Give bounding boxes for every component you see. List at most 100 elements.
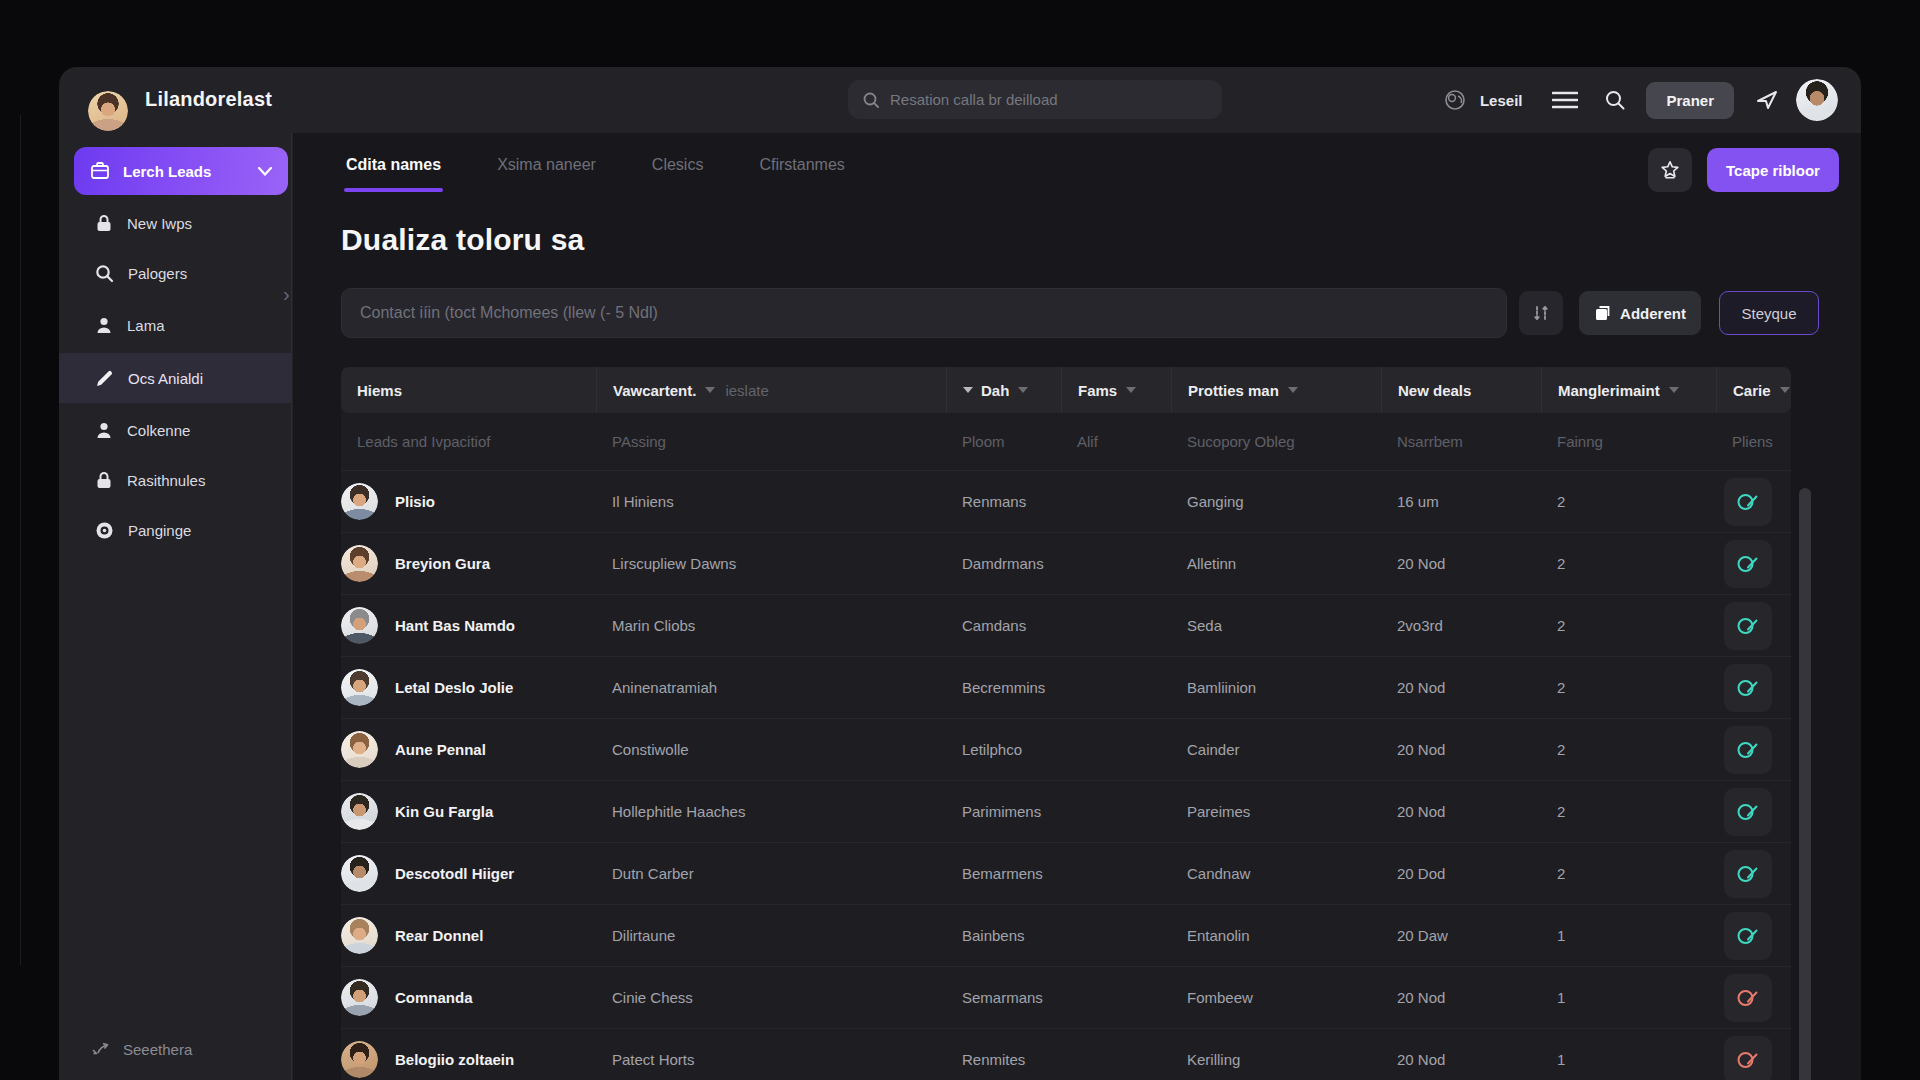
sidebar-item-panginge[interactable]: Panginge [59,505,292,555]
sidebar-item-ocs-anialdi[interactable]: Ocs Anialdi [59,353,292,403]
tab-cfirstanmes[interactable]: Cfirstanmes [757,156,846,180]
cell-mangleri: 2 [1541,865,1716,882]
cell-detail: Dilirtaune [596,927,946,944]
carie-status-button[interactable] [1724,664,1772,712]
sidebar-item-rasithnules[interactable]: Rasithnules [59,455,292,505]
sidebar-item-colkenne[interactable]: Colkenne [59,405,292,455]
col-manglerimaint[interactable]: Manglerimaint [1541,367,1716,413]
favorite-button[interactable] [1648,148,1692,192]
carie-status-button[interactable] [1724,602,1772,650]
contact-name: Plisio [395,493,435,510]
praner-button[interactable]: Praner [1646,82,1734,119]
col-carie[interactable]: Carie [1716,367,1791,413]
contact-avatar [341,855,378,892]
cell-mangleri: 1 [1541,1051,1716,1068]
carie-status-button[interactable] [1724,912,1772,960]
table-row[interactable]: Belogiio zoltaein Patect Horts Renmites … [341,1028,1791,1080]
cell-carie [1716,850,1791,898]
table-row[interactable]: Descotodl Hiiger Dutn Carber Bemarmens C… [341,842,1791,904]
cell-dah: Camdans [946,617,1061,634]
table-row[interactable]: Kin Gu Fargla Hollephitle Haaches Parimi… [341,780,1791,842]
cell-new-deals: 20 Nod [1381,679,1541,696]
cell-new-deals: 20 Nod [1381,741,1541,758]
contact-filter-input[interactable] [341,288,1507,338]
cell-new-deals: 20 Daw [1381,927,1541,944]
copy-icon [1594,305,1611,322]
cell-protties: Fombeew [1171,989,1381,1006]
contact-name: Kin Gu Fargla [395,803,493,820]
status-ring-icon [1735,675,1761,701]
cell-detail: Aninenatramiah [596,679,946,696]
cell-detail: Marin Cliobs [596,617,946,634]
carie-status-button[interactable] [1724,974,1772,1022]
carie-status-button[interactable] [1724,1036,1772,1080]
contact-avatar [341,793,378,830]
status-ring-icon [1735,985,1761,1011]
user-avatar[interactable] [1796,79,1838,121]
cell-protties: Alletinn [1171,555,1381,572]
table-row[interactable]: Breyion Gura Lirscupliew Dawns Damdrmans… [341,532,1791,594]
col-dah[interactable]: Dah [946,367,1061,413]
tab-xsima-naneer[interactable]: Xsima naneer [495,156,598,180]
cell-protties: Entanolin [1171,927,1381,944]
status-ring-icon [1735,861,1761,887]
col-hiems[interactable]: Hiems [341,367,596,413]
tab-clesics[interactable]: Clesics [650,156,706,180]
contact-avatar [341,979,378,1016]
table-row[interactable]: Letal Deslo Jolie Aninenatramiah Becremm… [341,656,1791,718]
sidebar-footer-link[interactable]: Seeethera [90,1040,192,1058]
table-row[interactable]: Plisio Il Hiniens Renmans Ganging 16 um … [341,470,1791,532]
search-icon [95,264,114,283]
sidebar-item-lama[interactable]: Lama [59,300,292,350]
carie-status-button[interactable] [1724,850,1772,898]
sidebar-primary-button[interactable]: Lerch Leads [74,147,288,195]
sort-filter-button[interactable] [1519,291,1563,335]
table-scrollbar[interactable] [1799,488,1811,1080]
status-ring-icon [1735,489,1761,515]
table-row[interactable]: Hant Bas Namdo Marin Cliobs Camdans Seda… [341,594,1791,656]
cell-carie [1716,788,1791,836]
col-protties-man[interactable]: Protties man [1171,367,1381,413]
carie-status-button[interactable] [1724,478,1772,526]
cell-protties: Seda [1171,617,1381,634]
adderent-button[interactable]: Adderent [1579,291,1701,335]
menu-icon[interactable] [1552,90,1578,110]
lock-icon [95,214,113,233]
steyque-button[interactable]: Steyque [1719,291,1819,335]
sidebar-item-palogers[interactable]: Palogers [59,248,292,298]
contact-name: Letal Deslo Jolie [395,679,513,696]
cell-protties: Candnaw [1171,865,1381,882]
global-search-input[interactable] [890,91,1208,108]
global-search[interactable] [848,80,1222,119]
status-ring-icon [1735,613,1761,639]
cell-dah: Damdrmans [946,555,1061,572]
sidebar-item-new-iwps[interactable]: New Iwps [59,198,292,248]
app-window: Lilandorelast Leseil Praner [59,67,1861,1080]
send-icon[interactable] [1755,88,1779,112]
cell-dah: Letilphco [946,741,1061,758]
workspace-avatar[interactable] [88,91,128,131]
table-row[interactable]: Aune Pennal Constiwolle Letilphco Cainde… [341,718,1791,780]
table-row[interactable]: Rear Donnel Dilirtaune Bainbens Entanoli… [341,904,1791,966]
carie-status-button[interactable] [1724,788,1772,836]
carie-status-button[interactable] [1724,726,1772,774]
table-row[interactable]: Comnanda Cinie Chess Semarmans Fombeew 2… [341,966,1791,1028]
cell-mangleri: 2 [1541,555,1716,572]
status-ring-icon [1735,1047,1761,1073]
person-icon [95,316,113,335]
search-icon-button[interactable] [1604,89,1626,111]
contact-avatar [341,1041,378,1078]
cell-carie [1716,540,1791,588]
col-fams[interactable]: Fams [1061,367,1171,413]
app-title: Lilandorelast [145,88,272,111]
tcape-ribloor-button[interactable]: Tcape ribloor [1707,148,1839,192]
col-new-deals[interactable]: New deals [1381,367,1541,413]
tab-cdita-names[interactable]: Cdita names [344,156,443,180]
col-vawcartent[interactable]: Vawcartent.ieslate [596,367,946,413]
sidebar-collapse-handle[interactable]: › [283,283,290,306]
lock-icon [95,471,113,490]
status-ring-icon [1735,923,1761,949]
carie-status-button[interactable] [1724,540,1772,588]
leseil-menu[interactable]: Leseil [1442,87,1523,113]
cell-dah: Semarmans [946,989,1061,1006]
